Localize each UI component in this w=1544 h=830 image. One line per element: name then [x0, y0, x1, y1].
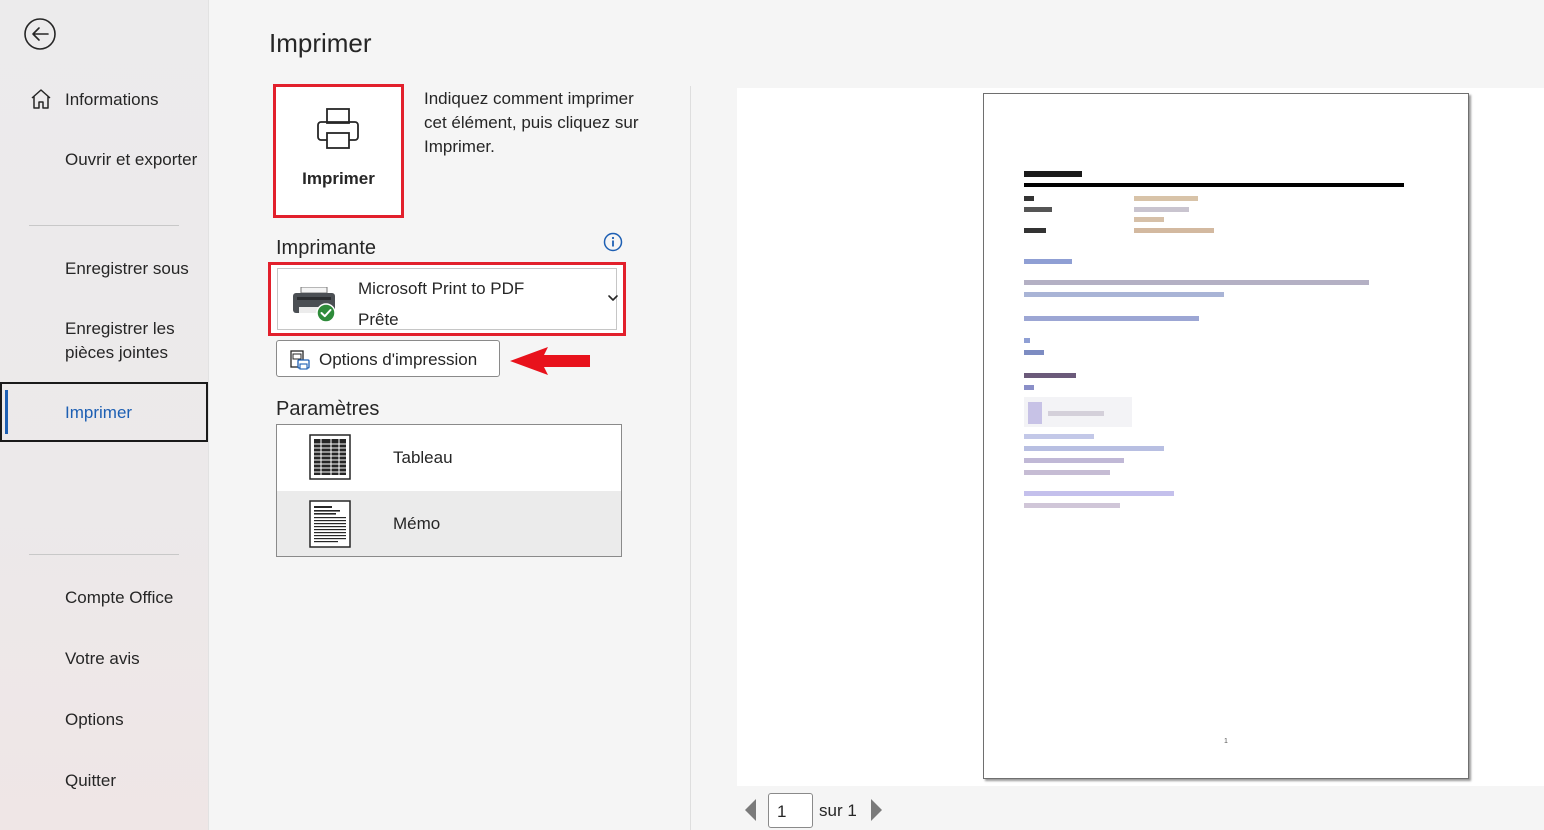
preview-blurred-text: [1134, 217, 1164, 222]
printer-dropdown[interactable]: Microsoft Print to PDF Prête: [268, 262, 626, 336]
printer-device-icon: [293, 287, 336, 323]
backstage-sidebar: Informations Ouvrir et exporter Enregist…: [0, 0, 209, 830]
sidebar-item-enregistrer-pieces-jointes[interactable]: Enregistrer les pièces jointes: [65, 317, 190, 365]
panel-divider: [690, 86, 691, 830]
printer-status: Prête: [358, 310, 399, 329]
style-option-label: Tableau: [393, 448, 453, 467]
back-arrow-icon[interactable]: [23, 17, 57, 51]
preview-blurred-text: [1024, 491, 1174, 496]
preview-blurred-text: [1024, 373, 1076, 378]
print-options-label: Options d'impression: [319, 350, 478, 369]
preview-blurred-text: [1024, 316, 1199, 321]
print-options-button[interactable]: Options d'impression: [276, 340, 500, 377]
preview-blurred-text: [1024, 458, 1124, 463]
preview-footer-page-number: 1: [1224, 738, 1228, 745]
sidebar-item-votre-avis[interactable]: Votre avis: [65, 647, 200, 671]
preview-blurred-text: [1024, 503, 1120, 508]
chevron-down-icon: [608, 295, 618, 301]
preview-blurred-text: [1024, 171, 1082, 177]
page-number-input[interactable]: 1: [768, 793, 813, 828]
sidebar-divider: [29, 225, 179, 226]
style-option-memo[interactable]: Mémo: [277, 491, 621, 556]
print-options-icon: [290, 350, 310, 370]
preview-blurred-text: [1024, 228, 1046, 233]
sidebar-item-informations[interactable]: Informations: [65, 88, 200, 112]
preview-blurred-text: [1024, 338, 1030, 343]
preview-blurred-text: [1024, 385, 1034, 390]
preview-page: 1: [983, 93, 1469, 779]
preview-rule: [1024, 183, 1404, 187]
page-count-label: sur 1: [819, 801, 857, 820]
style-option-tableau[interactable]: Tableau: [277, 425, 621, 490]
red-arrow-annotation-icon: [510, 347, 590, 375]
print-style-list: Tableau Mémo: [276, 424, 622, 557]
preview-blurred-text: [1024, 470, 1110, 475]
preview-blurred-text: [1024, 196, 1034, 201]
sidebar-item-ouvrir-exporter[interactable]: Ouvrir et exporter: [65, 148, 200, 172]
preview-blurred-text: [1024, 434, 1094, 439]
print-button-label: Imprimer: [302, 169, 375, 188]
settings-heading: Paramètres: [276, 398, 380, 420]
printer-name: Microsoft Print to PDF: [358, 279, 525, 298]
sidebar-item-options[interactable]: Options: [65, 708, 200, 732]
preview-blurred-text: [1024, 292, 1224, 297]
preview-blurred-text: [1024, 280, 1369, 285]
sidebar-item-label: Imprimer: [65, 403, 133, 422]
previous-page-icon[interactable]: [742, 797, 758, 823]
preview-blurred-text: [1024, 350, 1044, 355]
printer-icon: [317, 108, 359, 149]
sidebar-item-imprimer[interactable]: Imprimer: [0, 382, 208, 442]
preview-blurred-text: [1134, 228, 1214, 233]
printer-dropdown-field: Microsoft Print to PDF Prête: [277, 268, 617, 330]
preview-blurred-image: [1028, 402, 1042, 424]
preview-blurred-text: [1024, 446, 1164, 451]
preview-blurred-text: [1024, 207, 1052, 212]
home-icon: [31, 89, 51, 109]
preview-blurred-text: [1134, 207, 1189, 212]
page-title: Imprimer: [269, 28, 372, 58]
info-icon[interactable]: [603, 232, 623, 252]
sidebar-item-enregistrer-sous[interactable]: Enregistrer sous: [65, 257, 205, 281]
active-indicator: [5, 390, 8, 434]
sidebar-item-compte-office[interactable]: Compte Office: [65, 586, 200, 610]
preview-blurred-text: [1024, 259, 1072, 264]
preview-blurred-text: [1134, 196, 1198, 201]
printer-heading: Imprimante: [276, 237, 377, 259]
style-option-label: Mémo: [393, 514, 441, 533]
memo-style-icon: [309, 500, 351, 548]
sidebar-item-quitter[interactable]: Quitter: [65, 769, 200, 793]
preview-blurred-text: [1048, 411, 1104, 416]
sidebar-divider: [29, 554, 179, 555]
next-page-icon[interactable]: [869, 797, 885, 823]
table-style-icon: [309, 434, 351, 480]
print-description: Indiquez comment imprimer cet élément, p…: [424, 89, 639, 156]
print-button[interactable]: Imprimer: [273, 84, 404, 218]
